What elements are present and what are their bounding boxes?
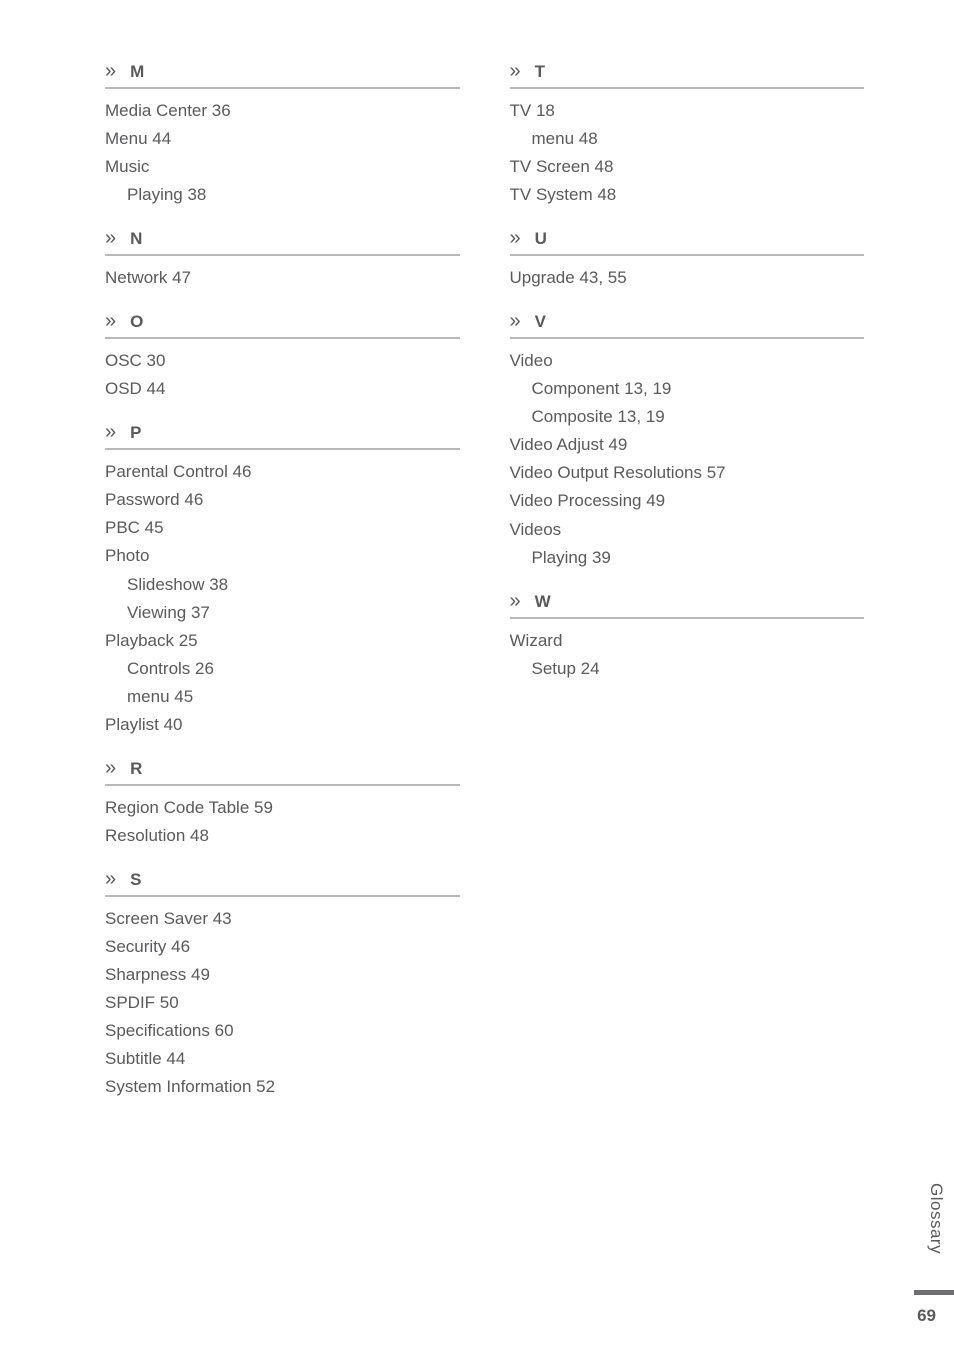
index-entry: Photo [105, 542, 460, 570]
section-letter: P [130, 423, 141, 443]
chevron-icon: » [105, 227, 114, 250]
index-entry: Setup 24 [510, 655, 865, 683]
section-header: »N [105, 227, 460, 256]
index-entry: Component 13, 19 [510, 375, 865, 403]
chevron-icon: » [510, 60, 519, 83]
index-entry: Media Center 36 [105, 97, 460, 125]
index-entry: SPDIF 50 [105, 989, 460, 1017]
index-section: »OOSC 30OSD 44 [105, 310, 460, 403]
section-header: »R [105, 757, 460, 786]
section-letter: U [535, 229, 547, 249]
index-entry: TV Screen 48 [510, 153, 865, 181]
index-entry: menu 45 [105, 683, 460, 711]
index-entry: Video Output Resolutions 57 [510, 459, 865, 487]
section-letter: M [130, 62, 144, 82]
index-entry: Password 46 [105, 486, 460, 514]
section-letter: S [130, 870, 141, 890]
index-entry: menu 48 [510, 125, 865, 153]
section-header: »W [510, 590, 865, 619]
chevron-icon: » [510, 227, 519, 250]
right-column: »TTV 18menu 48TV Screen 48TV System 48»U… [510, 60, 865, 1119]
index-entry: TV System 48 [510, 181, 865, 209]
index-entry: Network 47 [105, 264, 460, 292]
index-entry: Playback 25 [105, 627, 460, 655]
index-entry: Parental Control 46 [105, 458, 460, 486]
section-header: »S [105, 868, 460, 897]
index-entry: Controls 26 [105, 655, 460, 683]
index-columns: »MMedia Center 36Menu 44MusicPlaying 38»… [105, 60, 864, 1119]
index-entry: Screen Saver 43 [105, 905, 460, 933]
section-header: »P [105, 421, 460, 450]
section-letter: N [130, 229, 142, 249]
section-header: »V [510, 310, 865, 339]
index-entry: Specifications 60 [105, 1017, 460, 1045]
index-entry: OSD 44 [105, 375, 460, 403]
page: »MMedia Center 36Menu 44MusicPlaying 38»… [0, 0, 954, 1350]
section-tab-underline [914, 1290, 954, 1295]
index-section: »TTV 18menu 48TV Screen 48TV System 48 [510, 60, 865, 209]
chevron-icon: » [105, 868, 114, 891]
index-entry: Viewing 37 [105, 599, 460, 627]
index-entry: OSC 30 [105, 347, 460, 375]
index-entry: Upgrade 43, 55 [510, 264, 865, 292]
index-entry: Menu 44 [105, 125, 460, 153]
chevron-icon: » [510, 310, 519, 333]
index-entry: Region Code Table 59 [105, 794, 460, 822]
chevron-icon: » [105, 60, 114, 83]
index-section: »VVideoComponent 13, 19Composite 13, 19V… [510, 310, 865, 571]
index-section: »RRegion Code Table 59Resolution 48 [105, 757, 460, 850]
index-entry: Composite 13, 19 [510, 403, 865, 431]
section-letter: W [535, 592, 551, 612]
index-section: »UUpgrade 43, 55 [510, 227, 865, 292]
section-header: »T [510, 60, 865, 89]
index-entry: Subtitle 44 [105, 1045, 460, 1073]
index-entry: Resolution 48 [105, 822, 460, 850]
index-entry: Playing 38 [105, 181, 460, 209]
left-column: »MMedia Center 36Menu 44MusicPlaying 38»… [105, 60, 460, 1119]
chevron-icon: » [510, 590, 519, 613]
index-entry: Security 46 [105, 933, 460, 961]
index-section: »NNetwork 47 [105, 227, 460, 292]
index-section: »PParental Control 46Password 46PBC 45Ph… [105, 421, 460, 738]
section-letter: T [535, 62, 545, 82]
section-tab-label: Glossary [922, 1177, 954, 1260]
section-letter: R [130, 759, 142, 779]
index-entry: Video [510, 347, 865, 375]
index-section: »SScreen Saver 43Security 46Sharpness 49… [105, 868, 460, 1101]
section-letter: V [535, 312, 546, 332]
section-header: »O [105, 310, 460, 339]
chevron-icon: » [105, 421, 114, 444]
index-entry: Video Adjust 49 [510, 431, 865, 459]
chevron-icon: » [105, 310, 114, 333]
index-entry: TV 18 [510, 97, 865, 125]
index-entry: Video Processing 49 [510, 487, 865, 515]
index-entry: Playlist 40 [105, 711, 460, 739]
index-entry: System Information 52 [105, 1073, 460, 1101]
index-entry: Videos [510, 516, 865, 544]
index-entry: Playing 39 [510, 544, 865, 572]
chevron-icon: » [105, 757, 114, 780]
section-letter: O [130, 312, 143, 332]
index-entry: PBC 45 [105, 514, 460, 542]
index-entry: Music [105, 153, 460, 181]
section-header: »M [105, 60, 460, 89]
index-section: »MMedia Center 36Menu 44MusicPlaying 38 [105, 60, 460, 209]
index-entry: Slideshow 38 [105, 571, 460, 599]
index-entry: Wizard [510, 627, 865, 655]
section-header: »U [510, 227, 865, 256]
index-entry: Sharpness 49 [105, 961, 460, 989]
index-section: »WWizardSetup 24 [510, 590, 865, 683]
page-number: 69 [917, 1306, 936, 1326]
